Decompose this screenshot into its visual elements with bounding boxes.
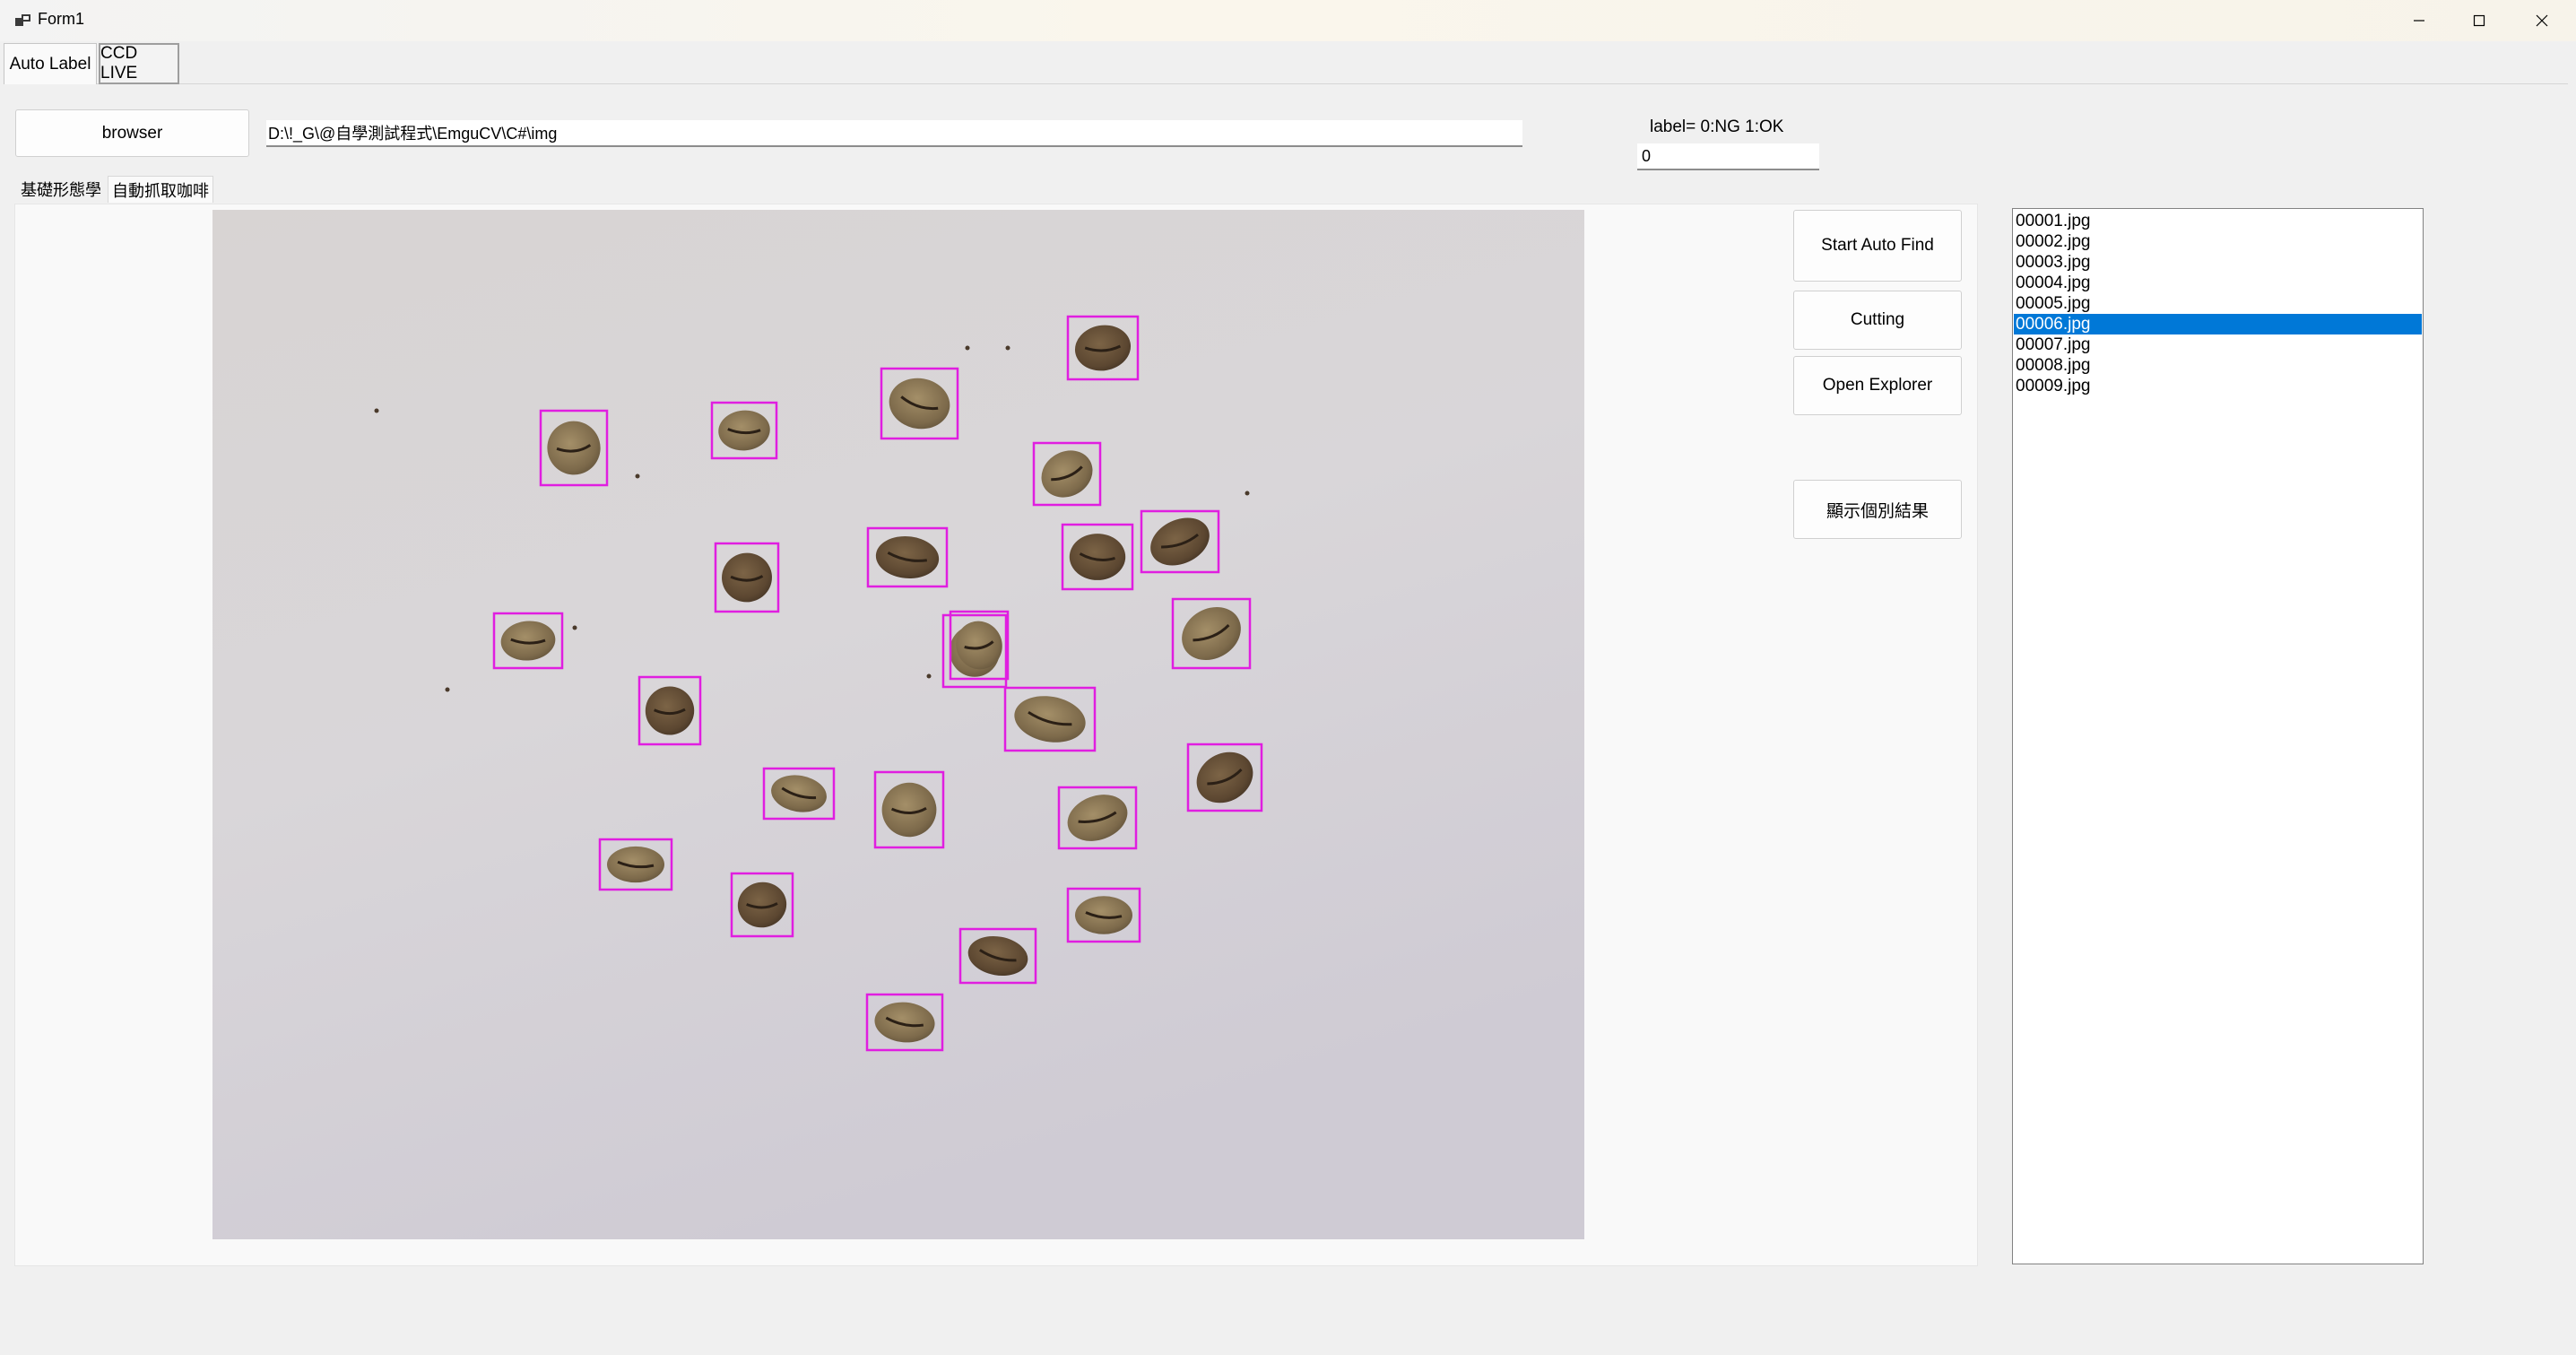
close-button[interactable] [2511,0,2573,41]
debris-speck [1005,345,1010,351]
file-list[interactable]: 00001.jpg 00002.jpg 00003.jpg 00004.jpg … [2012,208,2424,1264]
debris-speck [635,473,640,479]
minimize-icon [2414,20,2424,22]
label-input[interactable] [1637,143,1819,170]
file-list-item[interactable]: 00004.jpg [2014,273,2422,293]
file-list-item[interactable]: 00001.jpg [2014,211,2422,231]
file-list-item[interactable]: 00008.jpg [2014,355,2422,376]
start-auto-find-button[interactable]: Start Auto Find [1793,210,1962,282]
file-list-item[interactable]: 00006.jpg [2014,314,2422,334]
minimize-button[interactable] [2388,0,2450,41]
debris-speck [572,625,577,630]
debris-speck [1245,491,1250,496]
image-viewer [212,210,1584,1239]
coffee-bean [1069,534,1126,580]
tab-ccd-live[interactable]: CCD LIVE [99,43,179,84]
maximize-icon [2473,14,2485,27]
subtab-auto-coffee[interactable]: 自動抓取咖啡 [108,176,213,203]
file-list-item[interactable]: 00007.jpg [2014,334,2422,355]
browse-button[interactable]: browser [15,109,249,157]
close-icon [2536,14,2548,27]
file-list-item[interactable]: 00002.jpg [2014,231,2422,252]
debris-speck [374,408,379,413]
path-input[interactable] [266,120,1522,147]
file-list-item[interactable]: 00009.jpg [2014,376,2422,396]
show-results-button[interactable]: 顯示個別結果 [1793,480,1962,539]
window-title: Form1 [38,10,85,28]
app-icon [14,13,32,28]
title-bar [0,0,2576,41]
debris-speck [926,673,932,679]
open-explorer-button[interactable]: Open Explorer [1793,356,1962,415]
paper-background [212,210,1584,1239]
coffee-bean [1075,896,1132,934]
coffee-bean [607,846,664,883]
subtab-basic-morphology[interactable]: 基礎形態學 [16,176,106,203]
label-hint: label= 0:NG 1:OK [1650,117,1784,136]
cutting-button[interactable]: Cutting [1793,291,1962,350]
tab-auto-label[interactable]: Auto Label [4,43,97,84]
file-list-item[interactable]: 00003.jpg [2014,252,2422,273]
debris-speck [445,687,450,692]
maximize-button[interactable] [2448,0,2511,41]
debris-speck [965,345,970,351]
file-list-item[interactable]: 00005.jpg [2014,293,2422,314]
